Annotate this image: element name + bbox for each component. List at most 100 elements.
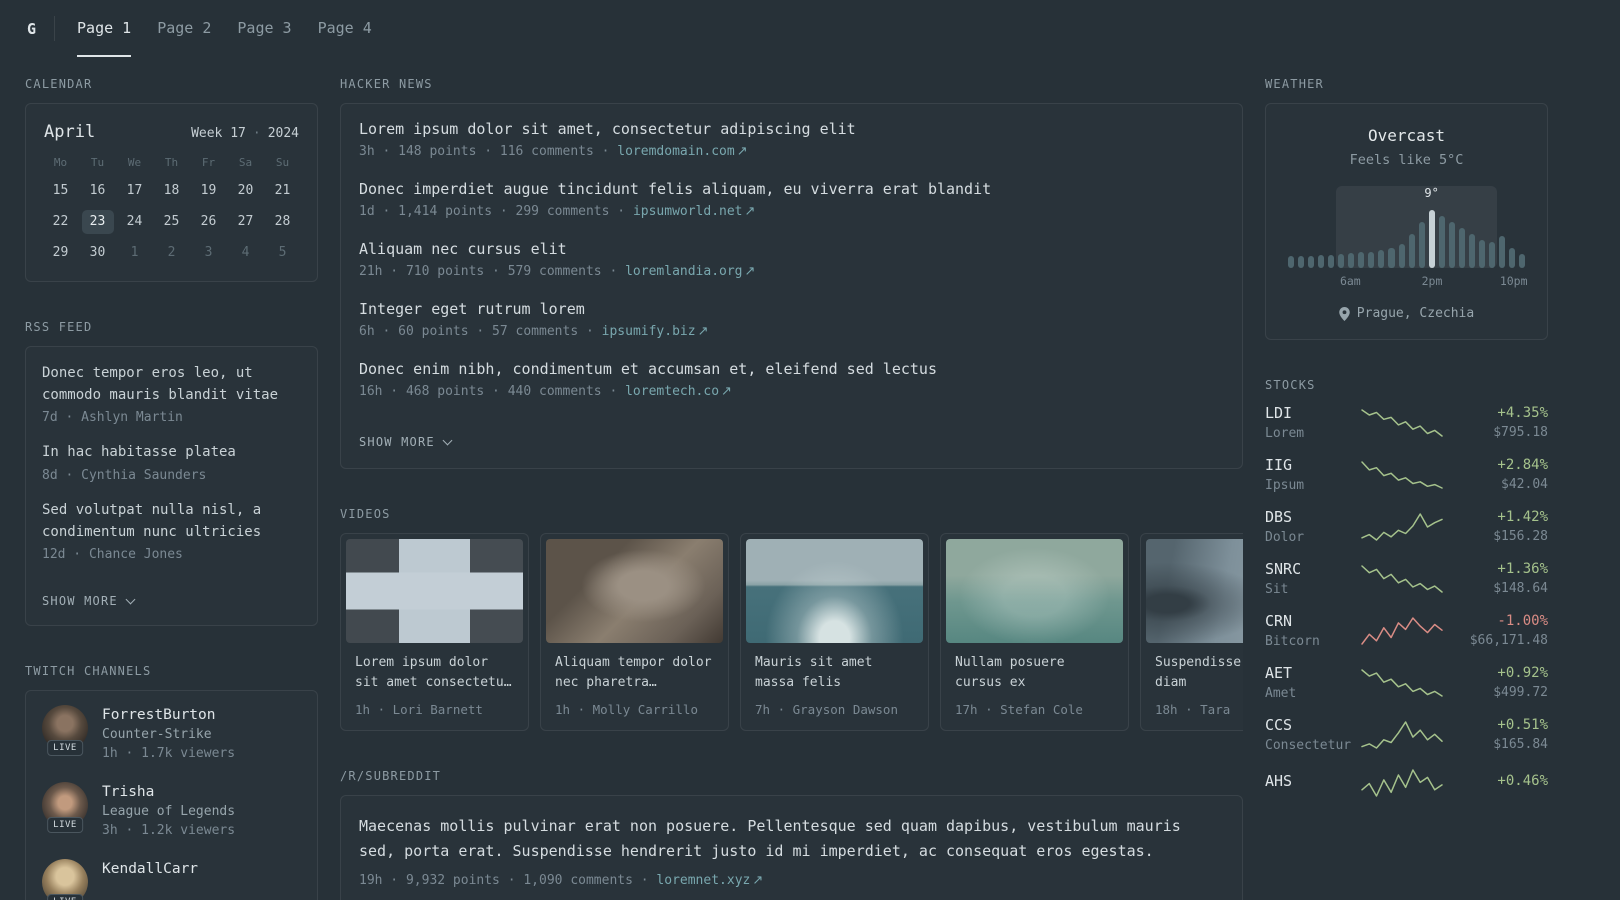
calendar-day: 21 (274, 183, 291, 198)
rss-item-meta: 12d · Chance Jones (42, 547, 183, 563)
twitch-widget: TWITCH CHANNELS LIVE ForrestBurton Count… (25, 664, 318, 900)
twitch-channel[interactable]: LIVE KendallCarr (42, 859, 301, 900)
hn-item-domain: ipsumworld.net (632, 204, 743, 219)
channel-info: Trisha League of Legends 3h · 1.2k viewe… (102, 782, 235, 838)
stock-symbol: AHS (1265, 772, 1293, 790)
hn-item-title[interactable]: Donec imperdiet augue tincidunt felis al… (359, 180, 1224, 198)
stock-row[interactable]: CCS Consectetur +0.51% $165.84 (1265, 716, 1548, 753)
stock-row[interactable]: DBS Dolor +1.42% $156.28 (1265, 508, 1548, 545)
video-thumbnail (946, 539, 1123, 643)
external-link-icon: ↗ (744, 204, 756, 219)
channel-viewers: 1h · 1.7k viewers (102, 746, 236, 762)
calendar-day: 17 (126, 183, 143, 198)
rss-item-meta: 7d · Ashlyn Martin (42, 410, 183, 426)
tab-page-2[interactable]: Page 2 (157, 0, 211, 57)
stock-price: $499.72 (1493, 685, 1548, 700)
external-link-icon: ↗ (752, 872, 764, 888)
tab-page-1[interactable]: Page 1 (77, 0, 132, 57)
subreddit-card: Maecenas mollis pulvinar erat non posuer… (340, 795, 1243, 900)
hn-item-domain-link[interactable]: ipsumify.biz (602, 324, 696, 339)
external-link-icon: ↗ (697, 324, 709, 339)
video-card[interactable]: Suspendisse commodo diam 18h · Tara (1140, 533, 1243, 732)
calendar-month: April (44, 122, 96, 142)
app-logo[interactable]: G (25, 0, 38, 57)
calendar-day: 30 (89, 245, 106, 260)
avatar: LIVE (42, 859, 88, 900)
hacker-news-card: Lorem ipsum dolor sit amet, consectetur … (340, 103, 1243, 469)
video-meta: 1h · Lori Barnett (355, 702, 483, 718)
videos-carousel: Lorem ipsum dolor sit amet consectetu… 1… (340, 533, 1243, 732)
hn-item-domain-link[interactable]: ipsumworld.net (633, 204, 743, 219)
stock-sparkline (1357, 768, 1446, 798)
widget-title-weather: WEATHER (1265, 77, 1324, 91)
hn-item-title[interactable]: Aliquam nec cursus elit (359, 240, 1224, 258)
subreddit-post-title[interactable]: Maecenas mollis pulvinar erat non posuer… (359, 814, 1224, 864)
rss-item: In hac habitasse platea 8d · Cynthia Sau… (42, 442, 301, 483)
show-more-button[interactable]: SHOW MORE (359, 435, 453, 449)
hn-item-domain-link[interactable]: loremlandia.org (625, 264, 742, 279)
stock-row[interactable]: AET Amet +0.92% $499.72 (1265, 664, 1548, 701)
calendar-week: Week 17 (191, 126, 246, 141)
calendar-day: 20 (237, 183, 254, 198)
weather-peak-temp: 9° (1424, 186, 1439, 200)
twitch-channel[interactable]: LIVE Trisha League of Legends 3h · 1.2k … (42, 782, 301, 838)
show-more-label: SHOW MORE (359, 435, 435, 449)
hn-item-meta: 1d · 1,414 points · 299 comments · ipsum… (359, 204, 1224, 219)
show-more-button[interactable]: SHOW MORE (42, 594, 136, 609)
stock-symbol: DBS (1265, 508, 1293, 526)
stock-row[interactable]: CRN Bitcorn -1.00% $66,171.48 (1265, 612, 1548, 649)
weather-condition: Overcast (1367, 126, 1446, 145)
tab-page-3[interactable]: Page 3 (237, 0, 291, 57)
tab-page-4[interactable]: Page 4 (318, 0, 372, 57)
stock-sparkline (1357, 668, 1446, 698)
hn-item-stats: 3h · 148 points · 116 comments · (359, 144, 618, 159)
subreddit-domain-link[interactable]: loremnet.xyz (656, 873, 750, 888)
weather-widget: WEATHER Overcast Feels like 5°C 9° 6am 2p… (1265, 77, 1548, 340)
stock-price: $795.18 (1493, 425, 1548, 440)
weather-bar (1328, 255, 1335, 268)
hn-item-domain-link[interactable]: loremtech.co (625, 384, 719, 399)
video-title: Nullam posuere cursus ex (955, 655, 1065, 691)
stock-sparkline (1357, 512, 1446, 542)
stock-symbol: IIG (1265, 456, 1293, 474)
channel-name: Trisha (102, 784, 155, 801)
video-card[interactable]: Nullam posuere cursus ex 17h · Stefan Co… (940, 533, 1129, 732)
twitch-channel[interactable]: LIVE ForrestBurton Counter-Strike 1h · 1… (42, 705, 301, 761)
videos-widget: VIDEOS Lorem ipsum dolor sit amet consec… (340, 507, 1243, 732)
stock-row[interactable]: AHS +0.46% (1265, 768, 1548, 798)
hn-item-title[interactable]: Integer eget rutrum lorem (359, 300, 1224, 318)
stock-row[interactable]: LDI Lorem +4.35% $795.18 (1265, 404, 1548, 441)
video-card[interactable]: Mauris sit amet massa felis 7h · Grayson… (740, 533, 929, 732)
show-more-label: SHOW MORE (42, 594, 118, 609)
weather-bar (1338, 254, 1345, 268)
subreddit-widget: /R/SUBREDDIT Maecenas mollis pulvinar er… (340, 769, 1243, 900)
hn-item-title[interactable]: Donec enim nibh, condimentum et accumsan… (359, 360, 1224, 378)
calendar-day: 16 (89, 183, 106, 198)
rss-item-title[interactable]: Sed volutpat nulla nisl, a condimentum n… (42, 500, 301, 543)
stock-price: $148.64 (1493, 581, 1548, 596)
video-card[interactable]: Lorem ipsum dolor sit amet consectetu… 1… (340, 533, 529, 732)
weather-bar (1308, 256, 1315, 268)
rss-item: Donec tempor eros leo, ut commodo mauris… (42, 363, 301, 425)
channel-name: KendallCarr (102, 861, 199, 878)
avatar: LIVE (42, 705, 88, 757)
rss-item-title[interactable]: Donec tempor eros leo, ut commodo mauris… (42, 363, 301, 406)
calendar-year: 2024 (267, 126, 299, 141)
calendar-week-year: Week 17 · 2024 (191, 126, 299, 141)
video-card[interactable]: Aliquam tempor dolor nec pharetra… 1h · … (540, 533, 729, 732)
stock-price: $156.28 (1493, 529, 1548, 544)
weather-bar (1298, 256, 1305, 268)
video-meta: 7h · Grayson Dawson (755, 702, 898, 718)
weather-bar (1428, 210, 1435, 268)
stock-name: Lorem (1265, 426, 1305, 441)
live-badge: LIVE (47, 894, 83, 900)
weather-bar (1388, 248, 1395, 268)
stock-row[interactable]: SNRC Sit +1.36% $148.64 (1265, 560, 1548, 597)
hn-item-domain-link[interactable]: loremdomain.com (617, 144, 734, 159)
hn-item-title[interactable]: Lorem ipsum dolor sit amet, consectetur … (359, 120, 1224, 138)
twitch-card: LIVE ForrestBurton Counter-Strike 1h · 1… (25, 690, 318, 900)
calendar-day: 22 (52, 214, 69, 229)
rss-item-title[interactable]: In hac habitasse platea (42, 442, 301, 464)
stock-name: Dolor (1265, 530, 1305, 545)
stock-row[interactable]: IIG Ipsum +2.84% $42.04 (1265, 456, 1548, 493)
